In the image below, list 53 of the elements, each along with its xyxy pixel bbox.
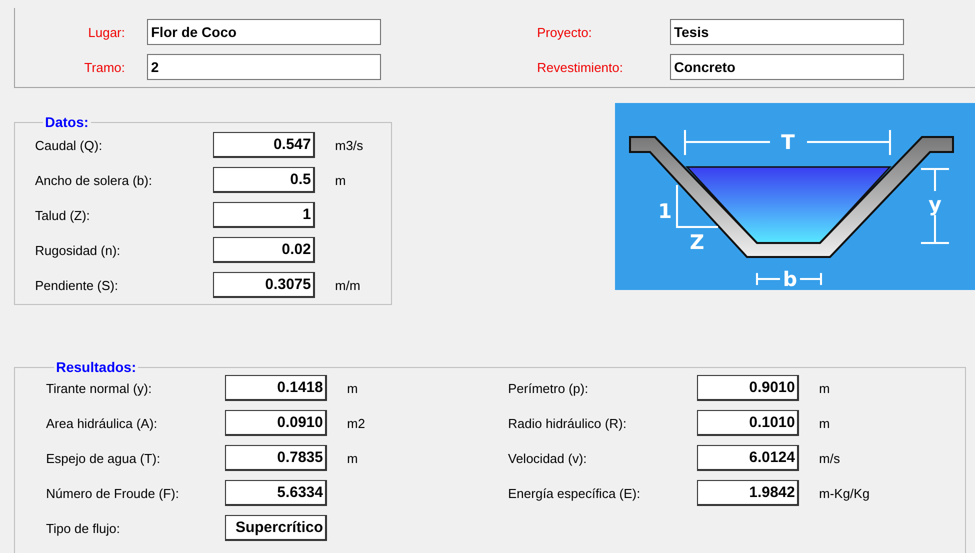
field-label: Area hidráulica (A): (46, 416, 158, 430)
field-label: Tramo: (83, 60, 125, 74)
field-label: Rugosidad (n): (35, 242, 122, 258)
field-label: Talud (Z): (35, 208, 91, 222)
unit-label: m2 (347, 416, 366, 430)
unit-label: m (335, 172, 346, 188)
field-label: Tirante normal (y): (46, 380, 153, 396)
dimension-label: b (782, 267, 798, 290)
field-label: Energía específica (E): (508, 486, 642, 500)
result-field: 0.7835 (225, 445, 327, 471)
result-field: 0.1418 (225, 375, 327, 401)
unit-label: m/m (335, 278, 360, 292)
field-label: Proyecto: (537, 24, 593, 40)
dimension-label: Z (690, 230, 704, 254)
number-field[interactable]: 0.3075 (213, 272, 315, 298)
field-label: Velocidad (v): (508, 450, 588, 466)
text-field[interactable]: Concreto (670, 54, 904, 80)
dimension-label: y (928, 192, 942, 216)
field-label: Caudal (Q): (35, 138, 104, 152)
result-field: Supercrítico (225, 515, 327, 541)
unit-label: m-Kg/Kg (819, 486, 871, 500)
field-label: Número de Froude (F): (46, 486, 180, 500)
section-title: Datos: (44, 114, 90, 130)
text-field[interactable]: Tesis (670, 19, 904, 45)
result-field: 1.9842 (697, 480, 799, 506)
unit-label: m/s (819, 450, 841, 466)
result-field: 6.0124 (697, 445, 799, 471)
field-label: Pendiente (S): (35, 278, 120, 292)
field-label: Ancho de solera (b): (35, 172, 154, 188)
text-field[interactable]: Flor de Coco (147, 19, 381, 45)
unit-label: m (347, 380, 359, 396)
number-field[interactable]: 1 (213, 202, 315, 228)
result-field: 5.6334 (225, 480, 327, 506)
result-field: 0.1010 (697, 410, 799, 436)
section-title: Resultados: (55, 359, 138, 375)
unit-label: m (347, 450, 359, 466)
field-label: Tipo de flujo: (46, 520, 121, 536)
unit-label: m (819, 416, 831, 430)
field-label: Radio hidráulico (R): (508, 416, 628, 430)
result-field: 0.9010 (697, 375, 799, 401)
result-field: 0.0910 (225, 410, 327, 436)
field-label: Perímetro (p): (508, 380, 590, 396)
text-field[interactable]: 2 (147, 54, 381, 80)
field-label: Lugar: (87, 24, 125, 40)
number-field[interactable]: 0.5 (213, 167, 315, 193)
dimension-label: 1 (658, 199, 672, 223)
dimension-label: T (781, 130, 795, 154)
unit-label: m (819, 380, 831, 396)
field-label: Espejo de agua (T): (46, 450, 162, 466)
field-label: Revestimiento: (537, 60, 624, 74)
unit-label: m3/s (335, 138, 364, 152)
number-field[interactable]: 0.547 (213, 132, 315, 158)
number-field[interactable]: 0.02 (213, 237, 315, 263)
